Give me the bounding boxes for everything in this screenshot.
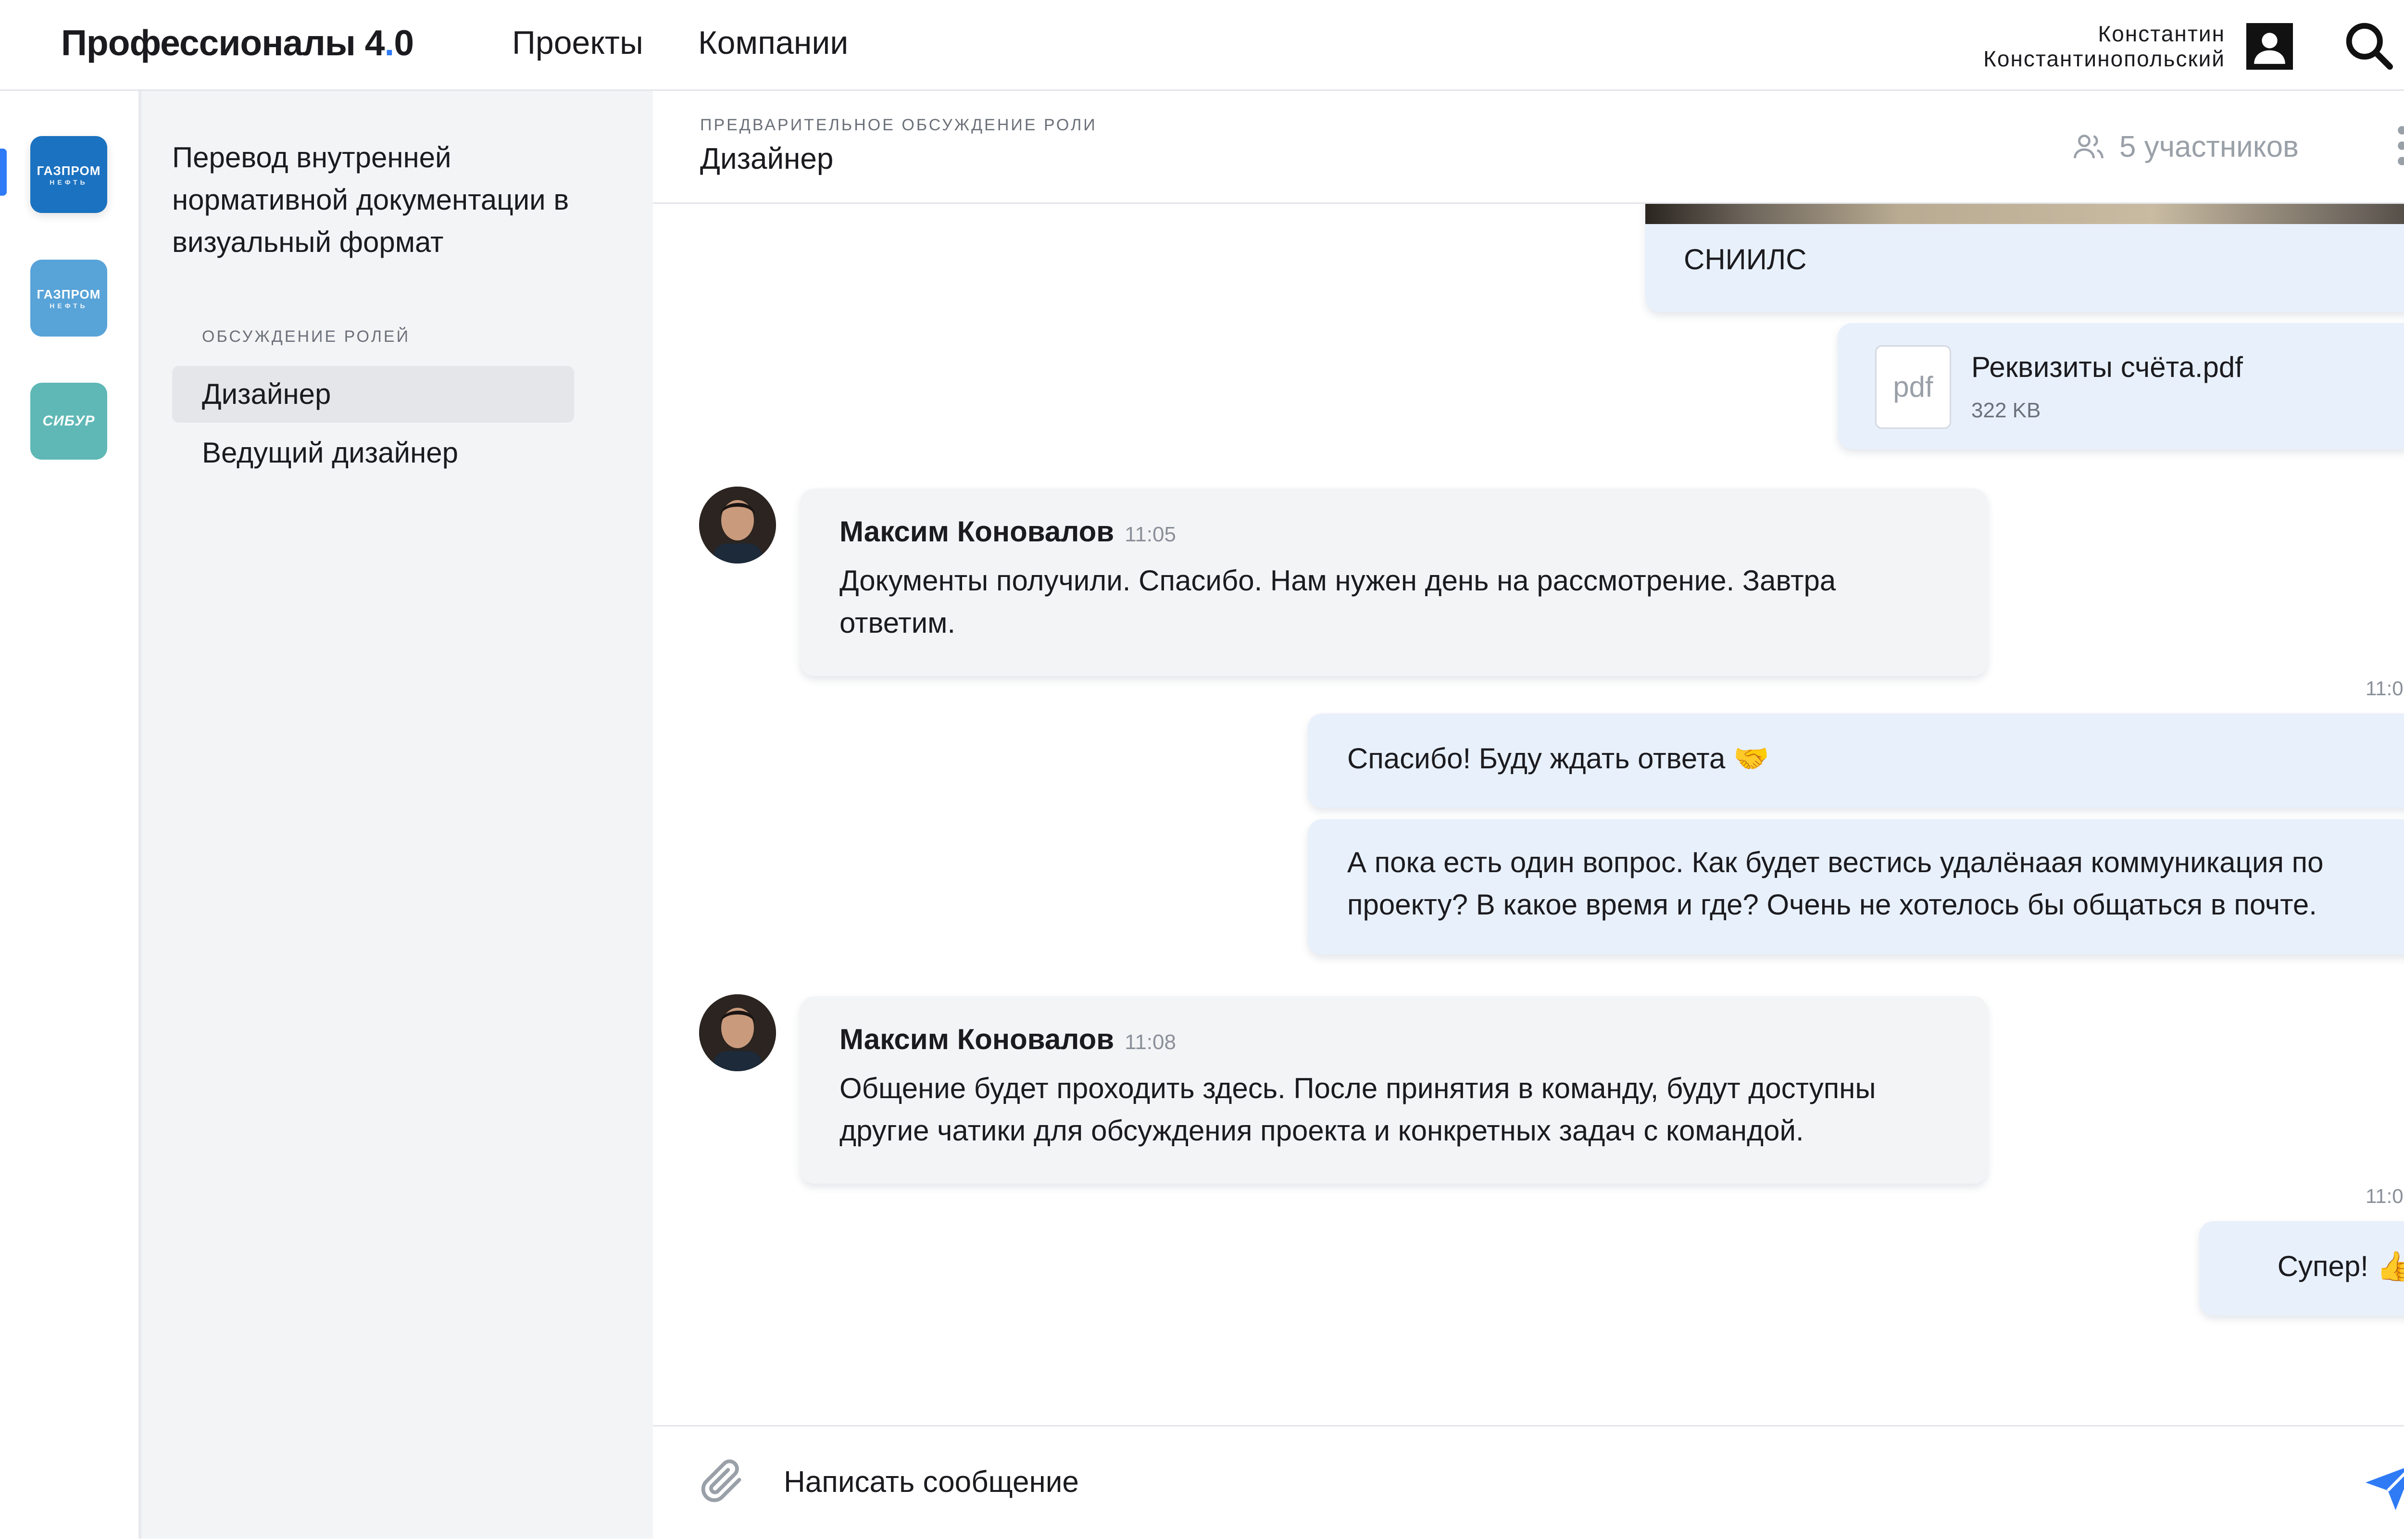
- image-message[interactable]: СНИИЛС: [1645, 204, 2404, 312]
- user-name[interactable]: Константин Константинопольский: [1983, 21, 2225, 71]
- outgoing-message[interactable]: Спасибо! Буду ждать ответа 🤝: [1308, 714, 2404, 808]
- user-first-name: Константин: [2098, 21, 2225, 46]
- role-item-designer[interactable]: Дизайнер: [172, 366, 574, 423]
- outgoing-message[interactable]: Супер! 👍: [2199, 1221, 2404, 1315]
- chat-header: ПРЕДВАРИТЕЛЬНОЕ ОБСУЖДЕНИЕ РОЛИ Дизайнер…: [653, 91, 2404, 204]
- message-text: Супер! 👍: [2277, 1250, 2404, 1282]
- company-sub: НЕФТЬ: [50, 301, 88, 310]
- company-rail: ГАЗПРОМ НЕФТЬ ГАЗПРОМ НЕФТЬ СИБУР: [0, 91, 138, 1539]
- role-item-lead-designer[interactable]: Ведущий дизайнер: [172, 425, 574, 481]
- file-size: 322 KB: [1971, 399, 2041, 422]
- user-avatar[interactable]: [2246, 23, 2293, 70]
- search-icon[interactable]: [2342, 19, 2395, 72]
- image-preview[interactable]: [1645, 204, 2404, 224]
- app-logo[interactable]: Профессионалы 4.0: [61, 22, 414, 63]
- person-photo: [699, 994, 776, 1071]
- message-text: А пока есть один вопрос. Как будет вести…: [1347, 846, 2324, 921]
- sender-avatar[interactable]: [699, 487, 776, 563]
- outgoing-message[interactable]: А пока есть один вопрос. Как будет вести…: [1308, 819, 2404, 955]
- message-composer: [653, 1425, 2404, 1540]
- logo-text: Профессионалы 4: [61, 23, 385, 63]
- company-name: ГАЗПРОМ: [37, 287, 101, 301]
- user-last-name: Константинопольский: [1983, 46, 2225, 71]
- company-name: СИБУР: [42, 413, 95, 429]
- project-title: Перевод внутренней нормативной документа…: [172, 141, 569, 258]
- active-indicator: [0, 149, 7, 196]
- message-text: Документы получили. Спасибо. Нам нужен д…: [839, 564, 1836, 639]
- nav-projects[interactable]: Проекты: [512, 24, 643, 62]
- message-time: 11:06: [2366, 1185, 2404, 1207]
- send-icon[interactable]: [2361, 1457, 2404, 1515]
- company-sibur[interactable]: СИБУР: [30, 383, 107, 460]
- sender-name[interactable]: Максим Коновалов: [839, 515, 1114, 548]
- incoming-message[interactable]: Максим Коновалов 11:05 Документы получили…: [800, 488, 1988, 676]
- logo-dot: .: [384, 23, 395, 63]
- section-label: ОБСУЖДЕНИЕ РОЛЕЙ: [202, 327, 411, 346]
- company-sub: НЕФТЬ: [50, 178, 88, 186]
- sender-name[interactable]: Максим Коновалов: [839, 1023, 1114, 1055]
- more-vertical-icon[interactable]: [2393, 123, 2404, 169]
- pdf-file-icon: pdf: [1875, 345, 1951, 429]
- sender-avatar[interactable]: [699, 994, 776, 1071]
- members-button[interactable]: 5 участников: [2071, 129, 2299, 164]
- chat-title: Дизайнер: [700, 142, 834, 175]
- file-message[interactable]: pdf Реквизиты счёта.pdf 322 KB: [1838, 323, 2404, 449]
- message-time: 11:06: [2366, 677, 2404, 700]
- message-input[interactable]: [783, 1457, 2227, 1506]
- nav-companies[interactable]: Компании: [698, 24, 848, 62]
- top-bar: Профессионалы 4.0 Проекты Компании Конст…: [0, 0, 2404, 91]
- person-photo: [699, 487, 776, 563]
- message-time: 11:05: [1125, 523, 1176, 546]
- incoming-message[interactable]: Максим Коновалов 11:08 Общение будет прох…: [800, 996, 1988, 1184]
- message-time: 11:08: [1125, 1030, 1176, 1054]
- members-count: 5 участников: [2119, 130, 2299, 163]
- message-list[interactable]: СНИИЛС pdf Реквизиты счёта.pdf 322 KB Ма…: [653, 204, 2404, 1425]
- logo-version: 0: [394, 23, 414, 63]
- chat-subtitle: ПРЕДВАРИТЕЛЬНОЕ ОБСУЖДЕНИЕ РОЛИ: [700, 116, 1097, 134]
- people-icon: [2074, 135, 2104, 159]
- file-name[interactable]: Реквизиты счёта.pdf: [1971, 346, 2243, 388]
- image-caption: СНИИЛС: [1684, 243, 1807, 275]
- project-sidebar: Перевод внутренней нормативной документа…: [138, 91, 656, 1539]
- paperclip-icon[interactable]: [695, 1454, 748, 1507]
- company-gazprom-neft-2[interactable]: ГАЗПРОМ НЕФТЬ: [30, 260, 107, 337]
- message-text: Спасибо! Буду ждать ответа 🤝: [1347, 742, 1769, 775]
- message-text: Общение будет проходить здесь. После при…: [839, 1072, 1876, 1147]
- user-icon: [2254, 33, 2285, 64]
- company-name: ГАЗПРОМ: [37, 163, 101, 178]
- company-gazprom-neft-1[interactable]: ГАЗПРОМ НЕФТЬ: [30, 136, 107, 213]
